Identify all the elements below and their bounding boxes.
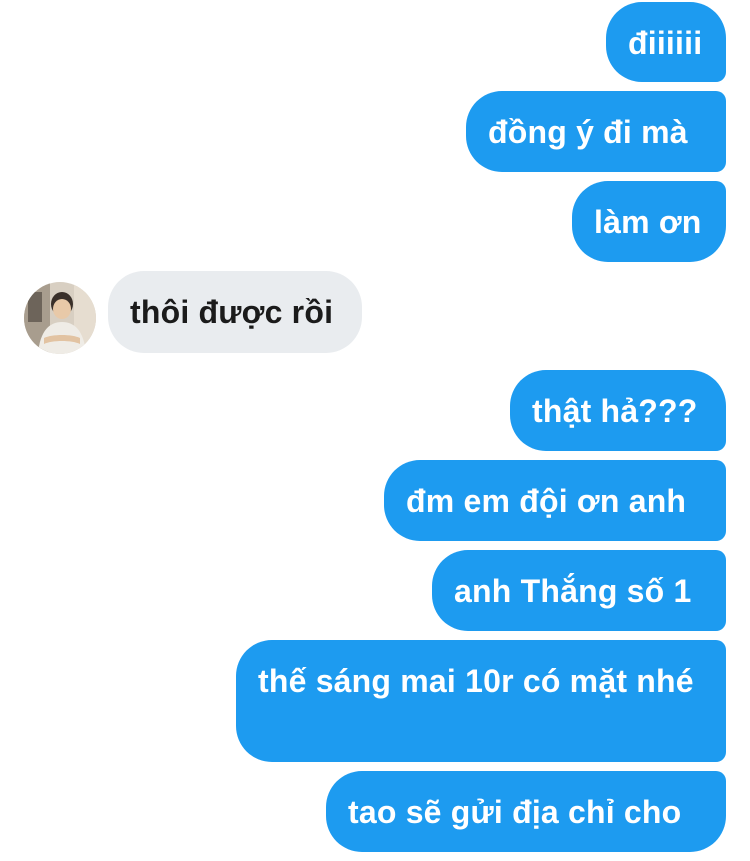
avatar[interactable] — [24, 282, 96, 354]
outgoing-message[interactable]: tao sẽ gửi địa chỉ cho — [326, 771, 726, 852]
message-text: đồng ý đi mà — [488, 114, 688, 150]
message-text: thế sáng mai 10r có mặt nhé — [258, 663, 694, 699]
message-text: thật hả??? — [532, 393, 698, 429]
avatar-photo-icon — [24, 282, 96, 354]
incoming-message[interactable]: thôi được rồi — [108, 271, 362, 353]
outgoing-message[interactable]: thật hả??? — [510, 370, 726, 451]
message-thread: điiiiii đồng ý đi mà làm ơn thôi được rồ… — [0, 0, 750, 861]
message-text: đm em đội ơn anh — [406, 483, 687, 519]
outgoing-message[interactable]: thế sáng mai 10r có mặt nhé — [236, 640, 726, 762]
message-text: làm ơn — [594, 204, 702, 240]
outgoing-message[interactable]: làm ơn — [572, 181, 726, 262]
outgoing-message[interactable]: điiiiii — [606, 2, 726, 82]
message-text: thôi được rồi — [130, 294, 334, 330]
message-text: điiiiii — [628, 25, 703, 61]
outgoing-message[interactable]: đm em đội ơn anh — [384, 460, 726, 541]
outgoing-message[interactable]: đồng ý đi mà — [466, 91, 726, 172]
message-text: tao sẽ gửi địa chỉ cho — [348, 794, 682, 830]
outgoing-message[interactable]: anh Thắng số 1 — [432, 550, 726, 631]
message-text: anh Thắng số 1 — [454, 573, 692, 609]
